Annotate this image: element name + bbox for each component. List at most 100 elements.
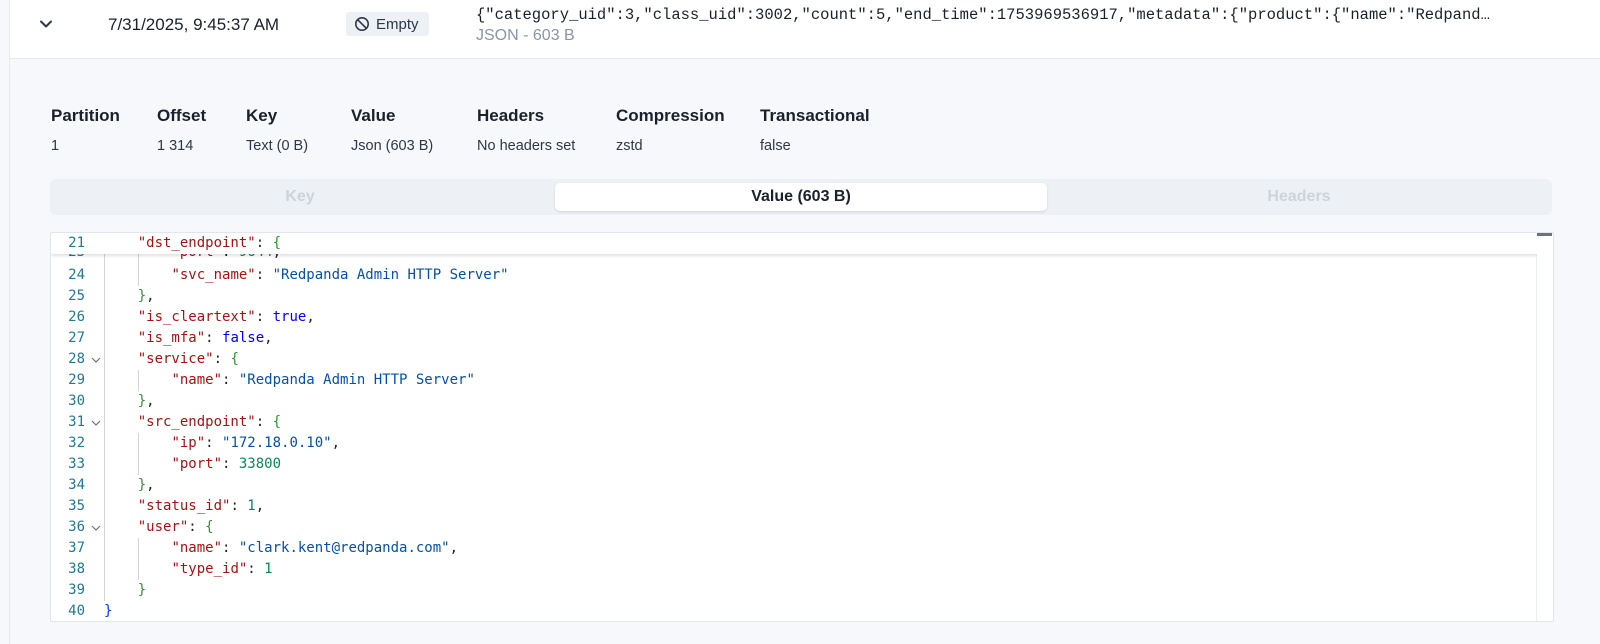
code-line: 35 "status_id": 1, xyxy=(51,496,1537,517)
line-number: 34 xyxy=(68,477,85,493)
line-number: 37 xyxy=(68,540,85,556)
code-line: 38 "type_id": 1 xyxy=(51,559,1537,580)
code-line: 27 "is_mfa": false, xyxy=(51,328,1537,349)
property-label: Value xyxy=(351,106,396,125)
property-label: Offset xyxy=(157,106,207,125)
message-properties: Partition 1 Offset 1 314 Key Text (0 B) Value J… xyxy=(51,106,890,154)
line-number: 39 xyxy=(68,582,85,598)
property-value: false xyxy=(760,138,791,154)
indent-guide xyxy=(138,370,139,391)
code-line: 24 "svc_name": "Redpanda Admin HTTP Serv… xyxy=(51,265,1537,286)
tab-key[interactable]: Key xyxy=(54,183,546,211)
fold-chevron-icon xyxy=(91,525,101,531)
fold-toggle[interactable] xyxy=(89,412,103,433)
line-number: 38 xyxy=(68,561,85,577)
line-code: "user": { xyxy=(137,519,214,535)
line-number: 28 xyxy=(68,351,85,367)
line-number: 35 xyxy=(68,498,85,514)
line-code: "name": "clark.kent@redpanda.com", xyxy=(171,540,459,556)
line-number: 31 xyxy=(68,414,85,430)
property-key: Key Text (0 B) xyxy=(246,106,351,154)
property-partition: Partition 1 xyxy=(51,106,157,154)
line-code: "src_endpoint": { xyxy=(137,414,282,430)
indent-guide xyxy=(138,433,139,475)
property-value: Json (603 B) xyxy=(351,138,434,154)
scrollbar-thumb[interactable] xyxy=(1537,233,1552,236)
indent-guide xyxy=(138,538,139,580)
property-value: zstd xyxy=(616,138,643,154)
line-number: 27 xyxy=(68,330,85,346)
code-line: 26 "is_cleartext": true, xyxy=(51,307,1537,328)
code-area[interactable]: 23 "port": 9644,24 "svc_name": "Redpanda… xyxy=(51,233,1537,621)
line-code: "status_id": 1, xyxy=(137,498,265,514)
tab-value[interactable]: Value (603 B) xyxy=(555,183,1047,211)
code-line: 39 } xyxy=(51,580,1537,601)
code-line: 36 "user": { xyxy=(51,517,1537,538)
fold-chevron-icon xyxy=(91,357,101,363)
property-transactional: Transactional false xyxy=(760,106,890,154)
property-label: Key xyxy=(246,106,278,125)
line-number: 21 xyxy=(68,235,85,251)
line-number: 26 xyxy=(68,309,85,325)
message-row-header[interactable]: 7/31/2025, 9:45:37 AM Empty {"category_u… xyxy=(10,0,1600,59)
line-number: 25 xyxy=(68,288,85,304)
message-timestamp: 7/31/2025, 9:45:37 AM xyxy=(108,15,280,34)
property-value: 1 314 xyxy=(157,138,194,154)
ban-icon xyxy=(355,17,369,31)
code-line: 21 "dst_endpoint": { xyxy=(51,233,1537,254)
line-code: "svc_name": "Redpanda Admin HTTP Server" xyxy=(171,267,509,283)
line-code: } xyxy=(104,603,113,619)
value-preview: {"category_uid":3,"class_uid":3002,"coun… xyxy=(476,6,1586,45)
line-number: 36 xyxy=(68,519,85,535)
indent-guide xyxy=(104,233,105,601)
line-number: 40 xyxy=(68,603,85,619)
code-line: 29 "name": "Redpanda Admin HTTP Server" xyxy=(51,370,1537,391)
property-value: Value Json (603 B) xyxy=(351,106,477,154)
left-rule xyxy=(9,0,10,644)
line-code: "is_mfa": false, xyxy=(137,330,273,346)
line-code: "ip": "172.18.0.10", xyxy=(171,435,341,451)
property-value: Text (0 B) xyxy=(246,138,309,154)
line-number: 30 xyxy=(68,393,85,409)
property-label: Transactional xyxy=(760,106,870,125)
line-number: 32 xyxy=(68,435,85,451)
key-empty-badge: Empty xyxy=(346,12,429,36)
code-line: 34 }, xyxy=(51,475,1537,496)
code-line: 28 "service": { xyxy=(51,349,1537,370)
fold-toggle[interactable] xyxy=(89,349,103,370)
line-number: 29 xyxy=(68,372,85,388)
code-line: 37 "name": "clark.kent@redpanda.com", xyxy=(51,538,1537,559)
line-code: }, xyxy=(137,477,155,493)
line-code: }, xyxy=(137,393,155,409)
value-preview-meta: JSON - 603 B xyxy=(476,27,575,44)
property-label: Partition xyxy=(51,106,120,125)
line-code: }, xyxy=(137,288,155,304)
code-line: 33 "port": 33800 xyxy=(51,454,1537,475)
collapse-row-button[interactable] xyxy=(34,10,58,38)
line-number: 33 xyxy=(68,456,85,472)
code-line: 31 "src_endpoint": { xyxy=(51,412,1537,433)
vertical-scrollbar[interactable] xyxy=(1536,233,1553,621)
property-value: No headers set xyxy=(477,138,576,154)
tab-headers[interactable]: Headers xyxy=(1050,183,1548,211)
fold-chevron-icon xyxy=(91,420,101,426)
property-label: Compression xyxy=(616,106,725,125)
property-label: Headers xyxy=(477,106,545,125)
json-viewer[interactable]: 23 "port": 9644,24 "svc_name": "Redpanda… xyxy=(50,232,1554,622)
property-value: 1 xyxy=(51,138,60,154)
line-code: "name": "Redpanda Admin HTTP Server" xyxy=(171,372,475,388)
line-code: "is_cleartext": true, xyxy=(137,309,315,325)
chevron-down-icon xyxy=(40,20,52,28)
badge-label: Empty xyxy=(376,15,419,33)
code-line: 30 }, xyxy=(51,391,1537,412)
property-headers: Headers No headers set xyxy=(477,106,616,154)
code-line: 40} xyxy=(51,601,1537,621)
line-code: "port": 33800 xyxy=(171,456,282,472)
value-preview-text: {"category_uid":3,"class_uid":3002,"coun… xyxy=(476,6,1490,24)
property-compression: Compression zstd xyxy=(616,106,760,154)
code-line: 25 }, xyxy=(51,286,1537,307)
line-code: "dst_endpoint": { xyxy=(137,235,282,251)
line-code: "type_id": 1 xyxy=(171,561,273,577)
fold-toggle[interactable] xyxy=(89,517,103,538)
line-code: "service": { xyxy=(137,351,239,367)
